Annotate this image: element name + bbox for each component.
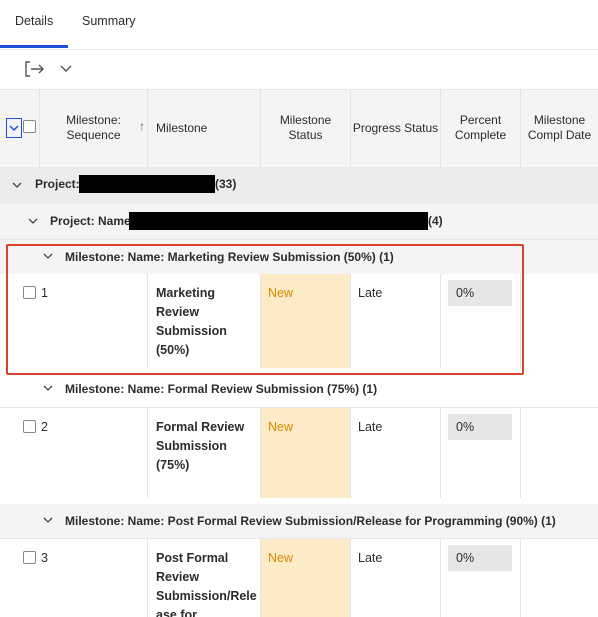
- cell-milestone-name[interactable]: Post Formal Review Submission/Rele ase f…: [148, 539, 261, 617]
- group-project-label: Project:: [35, 177, 80, 191]
- milestone-name-line: Review: [156, 305, 200, 319]
- sort-ascending-icon[interactable]: ↑: [139, 119, 145, 133]
- milestone-name-line: Submission: [156, 439, 227, 453]
- redacted-block: [79, 175, 215, 193]
- milestone-name-line: Post Formal: [156, 551, 229, 565]
- cell-compl-date[interactable]: [521, 274, 598, 368]
- cell-milestone-status[interactable]: New: [261, 408, 351, 498]
- cell-milestone-name[interactable]: Marketing Review Submission (50%): [148, 274, 261, 368]
- table-row[interactable]: 1 Marketing Review Submission (50%) New …: [0, 274, 598, 368]
- chevron-down-icon[interactable]: [43, 251, 53, 261]
- cell-progress-status[interactable]: Late: [351, 539, 441, 617]
- cell-percent-complete[interactable]: 0%: [441, 539, 521, 617]
- cell-progress-status[interactable]: Late: [351, 274, 441, 368]
- column-header-milestone[interactable]: Milestone: [148, 90, 261, 166]
- row-checkbox[interactable]: [23, 551, 36, 564]
- milestone-name-line: (75%): [156, 458, 190, 472]
- milestone-name-line: Submission/Rele: [156, 589, 257, 603]
- tab-bar: Details Summary: [0, 0, 598, 50]
- sequence-value: 1: [41, 286, 48, 300]
- milestone-name-line: Marketing: [156, 286, 216, 300]
- export-icon[interactable]: [22, 58, 46, 80]
- row-checkbox[interactable]: [23, 286, 36, 299]
- row-checkbox[interactable]: [23, 420, 36, 433]
- cell-compl-date[interactable]: [521, 408, 598, 498]
- chevron-down-icon[interactable]: [43, 515, 53, 525]
- chevron-down-icon[interactable]: [28, 216, 38, 226]
- milestone-group-label: Milestone: Name: Marketing Review Submis…: [65, 250, 394, 264]
- group-row-project-name[interactable]: Project: Name (4): [0, 204, 598, 240]
- milestone-group-label: Milestone: Name: Formal Review Submissio…: [65, 382, 378, 396]
- table-header: Milestone: Sequence Milestone Milestone St…: [0, 89, 598, 166]
- cell-sequence: 3: [0, 539, 148, 617]
- cell-milestone-name[interactable]: Formal Review Submission (75%): [148, 408, 261, 498]
- chevron-down-icon[interactable]: [43, 383, 53, 393]
- cell-sequence: 1: [0, 274, 148, 368]
- column-header-progress[interactable]: Progress Status: [351, 90, 441, 166]
- redacted-block: [129, 212, 428, 230]
- group-project-count: (33): [215, 177, 237, 191]
- tab-summary[interactable]: Summary: [82, 14, 135, 28]
- chevron-down-icon[interactable]: [12, 180, 22, 190]
- sequence-value: 3: [41, 551, 48, 565]
- percent-value: 0%: [448, 414, 512, 440]
- toolbar: [0, 50, 598, 89]
- milestone-name-line: Submission: [156, 324, 227, 338]
- group-row-project[interactable]: Project: (33): [0, 166, 598, 204]
- table-row[interactable]: 2 Formal Review Submission (75%) New Lat…: [0, 408, 598, 498]
- select-all-toggle[interactable]: [6, 118, 22, 138]
- milestone-name-line: (50%): [156, 343, 190, 357]
- column-header-compl-date[interactable]: Milestone Compl Date: [521, 90, 598, 166]
- cell-progress-status[interactable]: Late: [351, 408, 441, 498]
- cell-milestone-status[interactable]: New: [261, 274, 351, 368]
- milestone-name-line: Review: [156, 570, 200, 584]
- milestone-name-line: ase for: [156, 608, 197, 617]
- chevron-down-icon[interactable]: [54, 58, 78, 80]
- group-project-name-label: Project: Name: [50, 214, 131, 228]
- group-row-milestone[interactable]: Milestone: Name: Marketing Review Submis…: [0, 240, 598, 274]
- column-header-sequence[interactable]: Milestone: Sequence: [40, 90, 148, 166]
- group-project-name-count: (4): [428, 214, 443, 228]
- percent-value: 0%: [448, 280, 512, 306]
- percent-value: 0%: [448, 545, 512, 571]
- table-row[interactable]: 3 Post Formal Review Submission/Rele ase…: [0, 539, 598, 617]
- cell-percent-complete[interactable]: 0%: [441, 274, 521, 368]
- select-all-checkbox[interactable]: [23, 120, 36, 133]
- group-row-milestone[interactable]: Milestone: Name: Formal Review Submissio…: [0, 372, 598, 406]
- cell-sequence: 2: [0, 408, 148, 498]
- tab-details[interactable]: Details: [0, 14, 69, 48]
- column-header-percent[interactable]: Percent Complete: [441, 90, 521, 166]
- group-row-milestone[interactable]: Milestone: Name: Post Formal Review Subm…: [0, 504, 598, 538]
- cell-compl-date[interactable]: [521, 539, 598, 617]
- cell-milestone-status[interactable]: New: [261, 539, 351, 617]
- milestone-name-line: Formal Review: [156, 420, 245, 434]
- column-header-status[interactable]: Milestone Status: [261, 90, 351, 166]
- cell-percent-complete[interactable]: 0%: [441, 408, 521, 498]
- sequence-value: 2: [41, 420, 48, 434]
- milestone-group-label: Milestone: Name: Post Formal Review Subm…: [65, 514, 556, 528]
